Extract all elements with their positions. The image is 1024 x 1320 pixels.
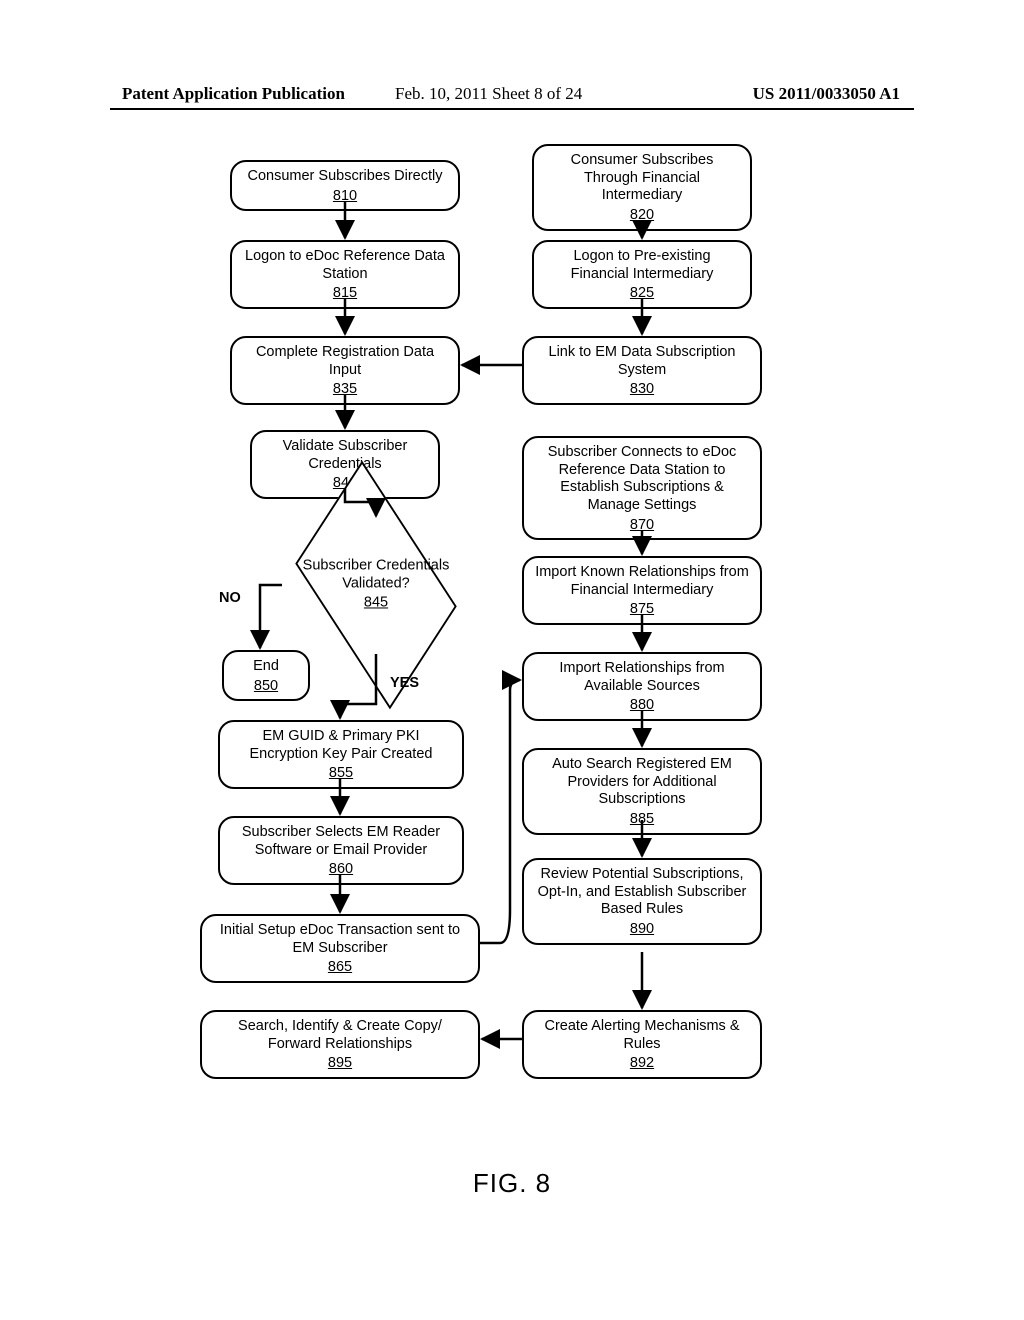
node-880: Import Relationships from Available Sour… xyxy=(522,652,762,721)
node-ref: 895 xyxy=(328,1055,352,1073)
header-right: US 2011/0033050 A1 xyxy=(753,84,900,104)
node-ref: 885 xyxy=(630,811,654,829)
node-text: Review Potential Subscriptions, Opt-In, … xyxy=(534,866,750,919)
node-text: Import Known Relationships from Financia… xyxy=(534,564,750,599)
node-text: Auto Search Registered EM Providers for … xyxy=(534,756,750,809)
node-860: Subscriber Selects EM Reader Software or… xyxy=(218,816,464,885)
figure-label: FIG. 8 xyxy=(0,1168,1024,1199)
node-895: Search, Identify & Create Copy/ Forward … xyxy=(200,1010,480,1079)
node-text: Import Relationships from Available Sour… xyxy=(534,660,750,695)
node-ref: 825 xyxy=(630,285,654,303)
node-ref: 890 xyxy=(630,921,654,939)
node-ref: 850 xyxy=(254,678,278,696)
node-835: Complete Registration Data Input 835 xyxy=(230,336,460,405)
node-865: Initial Setup eDoc Transaction sent to E… xyxy=(200,914,480,983)
node-text: Subscriber Connects to eDoc Reference Da… xyxy=(534,444,750,515)
label-yes: YES xyxy=(390,675,419,691)
flowchart: Consumer Subscribes Directly 810 Logon t… xyxy=(0,140,1024,1140)
node-815: Logon to eDoc Reference Data Station 815 xyxy=(230,240,460,309)
node-845-decision: Subscriber Credentials Validated? 845 xyxy=(276,510,476,660)
node-870: Subscriber Connects to eDoc Reference Da… xyxy=(522,436,762,540)
header-center: Feb. 10, 2011 Sheet 8 of 24 xyxy=(395,84,582,104)
node-ref: 835 xyxy=(333,381,357,399)
node-text: Logon to eDoc Reference Data Station xyxy=(242,248,448,283)
node-text: Link to EM Data Subscription System xyxy=(534,344,750,379)
node-810: Consumer Subscribes Directly 810 xyxy=(230,160,460,211)
node-855: EM GUID & Primary PKI Encryption Key Pai… xyxy=(218,720,464,789)
header-left: Patent Application Publication xyxy=(122,84,345,103)
node-text: End xyxy=(253,658,279,676)
node-ref: 870 xyxy=(630,517,654,535)
node-830: Link to EM Data Subscription System 830 xyxy=(522,336,762,405)
node-825: Logon to Pre-existing Financial Intermed… xyxy=(532,240,752,309)
node-text: Create Alerting Mechanisms & Rules xyxy=(534,1018,750,1053)
node-text: Subscriber Credentials Validated? xyxy=(303,557,450,591)
node-ref: 855 xyxy=(329,765,353,783)
node-text: Initial Setup eDoc Transaction sent to E… xyxy=(212,922,468,957)
connectors xyxy=(0,140,1024,1140)
node-ref: 865 xyxy=(328,959,352,977)
node-885: Auto Search Registered EM Providers for … xyxy=(522,748,762,835)
node-text: Consumer Subscribes Directly xyxy=(247,168,442,186)
node-ref: 875 xyxy=(630,601,654,619)
node-text: Consumer Subscribes Through Financial In… xyxy=(544,152,740,205)
node-text: Validate Subscriber Credentials xyxy=(262,438,428,473)
node-875: Import Known Relationships from Financia… xyxy=(522,556,762,625)
node-ref: 880 xyxy=(630,697,654,715)
node-ref: 815 xyxy=(333,285,357,303)
node-850: End 850 xyxy=(222,650,310,701)
node-ref: 810 xyxy=(333,188,357,206)
node-text: Search, Identify & Create Copy/ Forward … xyxy=(212,1018,468,1053)
page-header: Patent Application Publication Feb. 10, … xyxy=(0,84,1024,104)
label-no: NO xyxy=(219,590,241,606)
node-ref: 860 xyxy=(329,861,353,879)
node-820: Consumer Subscribes Through Financial In… xyxy=(532,144,752,231)
node-ref: 820 xyxy=(630,207,654,225)
node-text: Logon to Pre-existing Financial Intermed… xyxy=(544,248,740,283)
node-text-wrap: Subscriber Credentials Validated? 845 xyxy=(286,557,466,612)
node-890: Review Potential Subscriptions, Opt-In, … xyxy=(522,858,762,945)
node-text: Complete Registration Data Input xyxy=(242,344,448,379)
node-892: Create Alerting Mechanisms & Rules 892 xyxy=(522,1010,762,1079)
node-text: EM GUID & Primary PKI Encryption Key Pai… xyxy=(230,728,452,763)
node-text: Subscriber Selects EM Reader Software or… xyxy=(230,824,452,859)
node-ref: 845 xyxy=(286,595,466,613)
node-ref: 892 xyxy=(630,1055,654,1073)
header-rule xyxy=(110,108,914,110)
node-ref: 830 xyxy=(630,381,654,399)
